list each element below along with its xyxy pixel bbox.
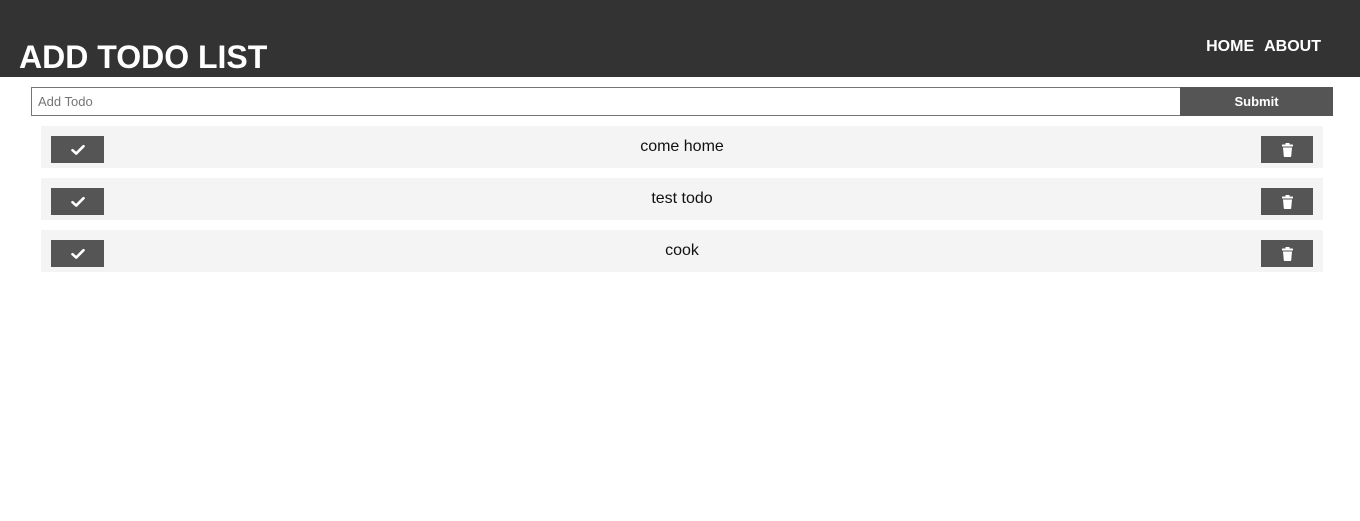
todo-item: test todo [41,178,1323,220]
submit-button[interactable]: Submit [1180,87,1333,116]
todo-item: cook [41,230,1323,272]
page-title: ADD TODO LIST [19,39,268,75]
trash-icon [1281,194,1293,209]
delete-button[interactable] [1261,136,1313,163]
todo-list: come home test todo cook [41,126,1323,282]
main-nav: HOME ABOUT [1206,38,1321,56]
trash-icon [1281,142,1293,157]
app-header: ADD TODO LIST HOME ABOUT [0,0,1360,77]
add-todo-input[interactable] [31,87,1180,116]
todo-item: come home [41,126,1323,168]
nav-link-about[interactable]: ABOUT [1264,38,1321,56]
add-todo-form: Submit [31,87,1333,116]
nav-link-home[interactable]: HOME [1206,38,1254,56]
todo-text: come home [640,138,724,155]
delete-button[interactable] [1261,240,1313,267]
todo-text: cook [665,242,699,259]
delete-button[interactable] [1261,188,1313,215]
todo-text: test todo [651,190,713,207]
trash-icon [1281,246,1293,261]
